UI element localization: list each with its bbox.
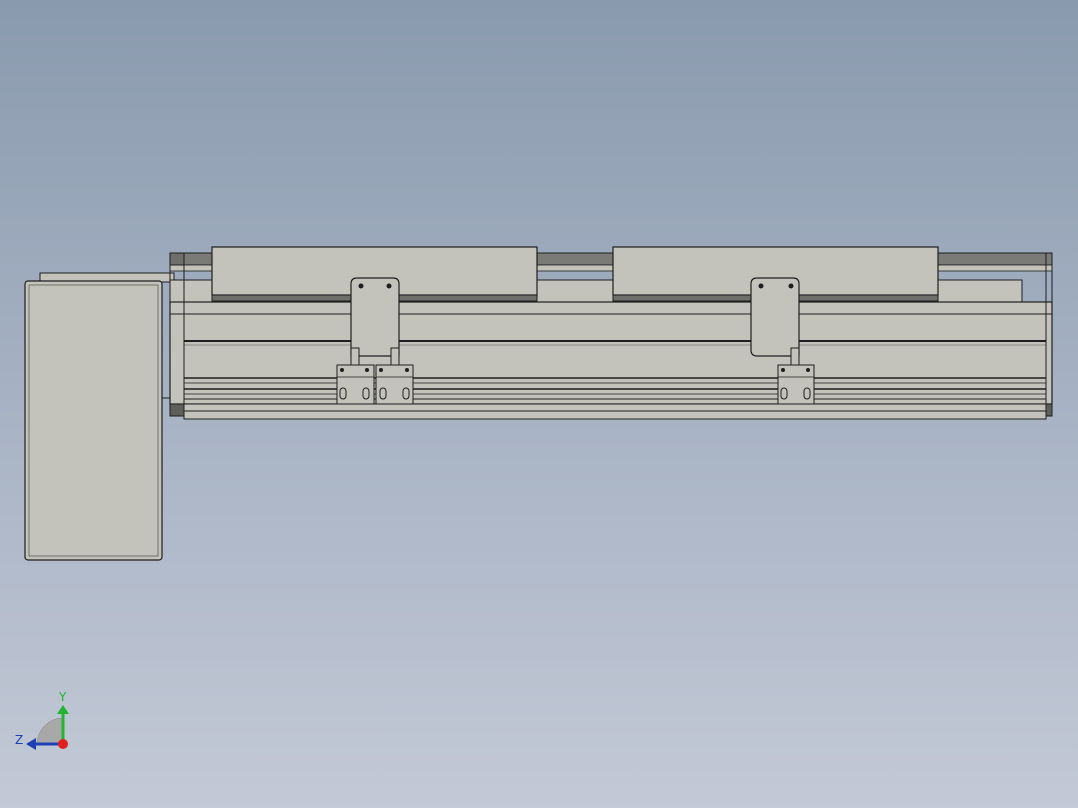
z-axis-arrow-icon [26,738,36,750]
left-end-cap-dark [169,403,185,417]
bolt-hole [788,283,794,289]
sensor-screw [405,368,409,372]
motor[interactable] [24,272,175,561]
cad-viewport[interactable]: Y Z [0,0,1078,808]
y-axis-label: Y [58,690,67,704]
left-end-cap-dark-top [169,252,185,266]
bolt-hole [386,283,392,289]
orientation-triad[interactable]: Y Z [15,690,69,750]
carriage-bracket [750,277,800,357]
sensor-screw [806,368,810,372]
base-plate [183,403,1047,412]
x-axis-dot-icon [58,739,68,749]
sensor-screw [340,368,344,372]
sensor-screw [379,368,383,372]
base-plate-lower [183,410,1047,420]
bolt-hole [358,283,364,289]
carriage-bracket [350,277,400,357]
bolt-hole [758,283,764,289]
triad-arc [36,717,64,745]
motor-body [24,280,163,561]
y-axis-arrow-icon [57,705,69,714]
right-end-cap-dark [1045,403,1053,417]
sensor-screw [781,368,785,372]
z-axis-label: Z [15,733,23,747]
sensor-screw [365,368,369,372]
